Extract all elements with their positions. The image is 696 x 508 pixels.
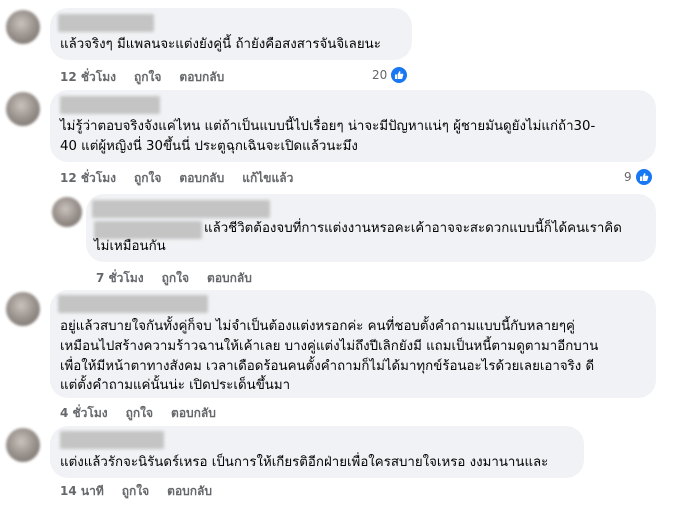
reaction-count-value: 9 xyxy=(624,170,632,184)
comment-meta: 7 ชั่วโมง ถูกใจ ตอบกลับ xyxy=(96,269,270,288)
comment-meta: 14 นาที ถูกใจ ตอบกลับ xyxy=(60,482,230,501)
reply-button[interactable]: ตอบกลับ xyxy=(207,271,252,285)
comment-time[interactable]: 7 ชั่วโมง xyxy=(96,271,144,285)
commenter-name[interactable] xyxy=(60,431,164,449)
comment-text: เหมือนไปสร้างความร้าวฉานให้เค้าเลย บางคู… xyxy=(60,339,599,354)
reaction-count[interactable]: 9 xyxy=(624,168,653,186)
avatar[interactable] xyxy=(6,292,40,326)
like-button[interactable]: ถูกใจ xyxy=(126,406,153,420)
comment-meta: 12 ชั่วโมง ถูกใจ ตอบกลับ xyxy=(60,68,242,87)
avatar[interactable] xyxy=(6,92,40,126)
reply-button[interactable]: ตอบกลับ xyxy=(171,406,216,420)
commenter-name[interactable] xyxy=(58,14,154,32)
commenter-name[interactable] xyxy=(60,96,160,114)
like-button[interactable]: ถูกใจ xyxy=(162,271,189,285)
comment-text: 40 แต่ผู้หญิงนี่ 30ขึ้นนี่ ประตูฉุกเฉินจ… xyxy=(60,139,358,154)
comment-bubble: แล้วจริงๆ มีแพลนจะแต่งยังคู่นี้ ถ้ายังคื… xyxy=(50,8,412,60)
comment-text: ไม่เหมือนกัน xyxy=(94,239,166,254)
commenter-name[interactable] xyxy=(58,295,208,313)
comment-bubble: ไม่รู้ว่าตอบจริงจังแค่ไหน แต่ถ้าเป็นแบบน… xyxy=(50,90,656,162)
like-button[interactable]: ถูกใจ xyxy=(134,70,161,84)
commenter-name[interactable] xyxy=(92,200,270,218)
like-button[interactable]: ถูกใจ xyxy=(134,171,161,185)
reply-button[interactable]: ตอบกลับ xyxy=(179,171,224,185)
comment-text: แล้วชีวิตต้องจบที่การแต่งงานหรอคะเค้าอาจ… xyxy=(204,221,622,236)
reaction-count[interactable]: 20 xyxy=(372,66,409,84)
comment-text: แล้วจริงๆ มีแพลนจะแต่งยังคู่นี้ ถ้ายังคื… xyxy=(60,37,381,52)
like-icon xyxy=(390,66,409,84)
comment-meta: 12 ชั่วโมง ถูกใจ ตอบกลับ แก้ไขแล้ว xyxy=(60,169,311,188)
reaction-count-value: 20 xyxy=(372,68,388,82)
avatar[interactable] xyxy=(6,428,40,462)
comment-text: แต่งแล้วรักจะนิรันดร์เหรอ เป็นการให้เกีย… xyxy=(60,455,549,470)
comment-time[interactable]: 14 นาที xyxy=(60,484,104,498)
comment-bubble: แต่งแล้วรักจะนิรันดร์เหรอ เป็นการให้เกีย… xyxy=(50,426,584,478)
comment-bubble: แล้วชีวิตต้องจบที่การแต่งงานหรอคะเค้าอาจ… xyxy=(86,194,656,262)
reply-button[interactable]: ตอบกลับ xyxy=(179,70,224,84)
comment-text: แต่ตั้งคำถามแค่นั้นน่ะ เปิดประเด็นขึ้นมา xyxy=(60,378,291,393)
like-icon xyxy=(634,168,653,186)
like-button[interactable]: ถูกใจ xyxy=(122,484,149,498)
comment-time[interactable]: 4 ชั่วโมง xyxy=(60,406,108,420)
comment-text: อยู่แล้วสบายใจกันทั้งคู่ก็จบ ไม่จำเป็นต้… xyxy=(60,319,575,334)
comment-meta: 4 ชั่วโมง ถูกใจ ตอบกลับ xyxy=(60,404,234,423)
comment-time[interactable]: 12 ชั่วโมง xyxy=(60,171,116,185)
reply-button[interactable]: ตอบกลับ xyxy=(167,484,212,498)
comment-time[interactable]: 12 ชั่วโมง xyxy=(60,70,116,84)
avatar[interactable] xyxy=(6,10,40,44)
avatar[interactable] xyxy=(52,197,82,227)
comment-bubble: อยู่แล้วสบายใจกันทั้งคู่ก็จบ ไม่จำเป็นต้… xyxy=(50,290,656,398)
comment-text: ไม่รู้ว่าตอบจริงจังแค่ไหน แต่ถ้าเป็นแบบน… xyxy=(60,119,596,134)
edited-label[interactable]: แก้ไขแล้ว xyxy=(242,171,293,185)
